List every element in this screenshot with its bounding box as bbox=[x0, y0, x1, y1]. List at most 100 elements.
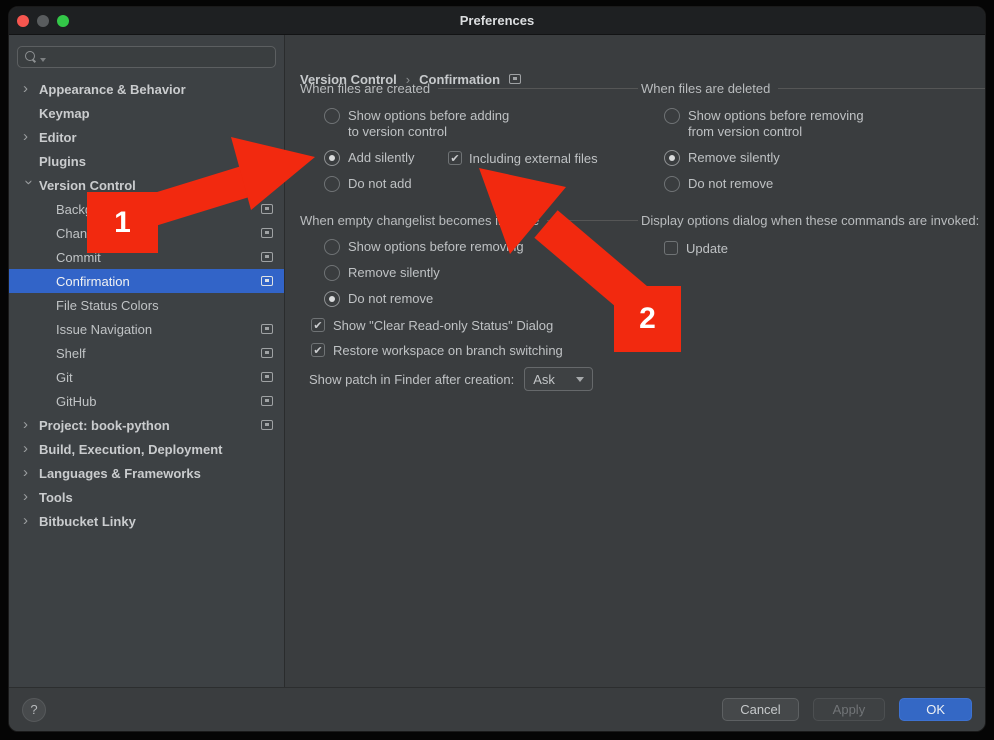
radio-option-show-options-before-removing[interactable]: Show options before removing bbox=[324, 239, 638, 255]
patch-row: Show patch in Finder after creation: Ask bbox=[309, 367, 638, 391]
zoom-window-button[interactable] bbox=[57, 15, 69, 27]
radio-option-remove-silently[interactable]: Remove silently bbox=[664, 150, 985, 166]
sidebar-item-commit[interactable]: Commit bbox=[9, 245, 284, 269]
radio-option-do-not-remove[interactable]: Do not remove bbox=[664, 176, 985, 192]
checkbox-row-restore-workspace-on-branch-switching[interactable]: ✔Restore workspace on branch switching bbox=[311, 342, 638, 358]
radio-option-label: Show options before removing bbox=[348, 239, 524, 255]
checkbox-label: Show "Clear Read-only Status" Dialog bbox=[333, 318, 553, 333]
sidebar-item-file-status-colors[interactable]: File Status Colors bbox=[9, 293, 284, 317]
sidebar-item-label: Plugins bbox=[39, 154, 86, 169]
ok-button[interactable]: OK bbox=[899, 698, 972, 721]
in-project-settings-icon bbox=[261, 228, 273, 238]
patch-label: Show patch in Finder after creation: bbox=[309, 372, 514, 387]
chevron-collapsed-icon[interactable]: › bbox=[23, 441, 35, 456]
sidebar-item-build-execution-deployment[interactable]: › Build, Execution, Deployment bbox=[9, 437, 284, 461]
chevron-collapsed-icon[interactable]: › bbox=[23, 129, 35, 144]
checkbox-row-show-clear-read-only-status-dialog[interactable]: ✔ Show "Clear Read-only Status" Dialog bbox=[311, 317, 638, 333]
apply-button[interactable]: Apply bbox=[813, 698, 886, 721]
in-project-settings-icon bbox=[261, 372, 273, 382]
sidebar-item-label: Build, Execution, Deployment bbox=[39, 442, 222, 457]
sidebar-item-shelf[interactable]: Shelf bbox=[9, 341, 284, 365]
selected-radio-icon[interactable] bbox=[664, 150, 680, 166]
sidebar-item-changelists[interactable]: Changelists bbox=[9, 221, 284, 245]
selected-radio-icon[interactable] bbox=[324, 291, 340, 307]
sidebar-item-plugins[interactable]: Plugins bbox=[9, 149, 284, 173]
chevron-collapsed-icon[interactable]: › bbox=[23, 489, 35, 504]
help-button[interactable]: ? bbox=[22, 698, 46, 722]
search-options-caret-icon[interactable] bbox=[40, 58, 46, 62]
sidebar-item-project-book-python[interactable]: › Project: book-python bbox=[9, 413, 284, 437]
settings-search-input[interactable] bbox=[17, 46, 276, 68]
sidebar-item-git[interactable]: Git bbox=[9, 365, 284, 389]
checked-checkbox-restore-workspace-on-branch-switching[interactable]: ✔ bbox=[311, 343, 325, 357]
selected-radio-icon[interactable] bbox=[324, 150, 340, 166]
radio-option-do-not-remove[interactable]: Do not remove bbox=[324, 291, 638, 307]
sidebar-item-label: Tools bbox=[39, 490, 73, 505]
sidebar-item-issue-navigation[interactable]: Issue Navigation bbox=[9, 317, 284, 341]
created-radio-group: Show options before adding to version co… bbox=[300, 108, 638, 192]
traffic-lights bbox=[17, 7, 69, 34]
radio-option-add-silently[interactable]: Add silently✔Including external files bbox=[324, 150, 638, 166]
patch-dropdown-value: Ask bbox=[533, 372, 555, 387]
sidebar-item-label: Git bbox=[56, 370, 73, 385]
radio-option-remove-silently[interactable]: Remove silently bbox=[324, 265, 638, 281]
sidebar-item-label: Project: book-python bbox=[39, 418, 170, 433]
radio-option-show-options-before-removing[interactable]: Show options before removing from versio… bbox=[664, 108, 985, 140]
in-project-settings-icon bbox=[261, 324, 273, 334]
checkbox-row-update[interactable]: ✔ Update bbox=[664, 240, 985, 256]
sidebar-item-label: Bitbucket Linky bbox=[39, 514, 136, 529]
sidebar-item-label: Issue Navigation bbox=[56, 322, 152, 337]
sidebar-tree: › Appearance & Behavior Keymap›Editor Plugi… bbox=[9, 77, 284, 533]
chevron-expanded-icon[interactable]: › bbox=[22, 180, 37, 192]
unchecked-checkbox-update[interactable]: ✔ bbox=[664, 241, 678, 255]
checked-checkbox-including-external-files[interactable]: ✔ bbox=[448, 151, 462, 165]
cancel-button[interactable]: Cancel bbox=[722, 698, 798, 721]
minimize-window-button[interactable] bbox=[37, 15, 49, 27]
unselected-radio-icon[interactable] bbox=[664, 176, 680, 192]
sidebar-item-background[interactable]: Background bbox=[9, 197, 284, 221]
sidebar-item-tools[interactable]: › Tools bbox=[9, 485, 284, 509]
radio-option-label: Remove silently bbox=[688, 150, 780, 166]
display-options-checkboxes: ✔ Update bbox=[641, 240, 985, 256]
unselected-radio-icon[interactable] bbox=[324, 239, 340, 255]
search-icon bbox=[25, 51, 37, 63]
radio-option-do-not-add[interactable]: Do not add bbox=[324, 176, 638, 192]
sidebar-item-label: Shelf bbox=[56, 346, 86, 361]
in-project-settings-icon bbox=[261, 276, 273, 286]
sidebar-item-appearance-behavior[interactable]: › Appearance & Behavior bbox=[9, 77, 284, 101]
unselected-radio-icon[interactable] bbox=[664, 108, 680, 124]
screenshot-stage: Preferences › Appearance & Behavior Keymap… bbox=[0, 0, 994, 740]
close-window-button[interactable] bbox=[17, 15, 29, 27]
chevron-collapsed-icon[interactable]: › bbox=[23, 465, 35, 480]
chevron-collapsed-icon[interactable]: › bbox=[23, 417, 35, 432]
patch-dropdown[interactable]: Ask bbox=[524, 367, 593, 391]
in-project-settings-icon bbox=[261, 420, 273, 430]
sidebar-item-languages-frameworks[interactable]: ›Languages & Frameworks bbox=[9, 461, 284, 485]
section-divider-line bbox=[778, 88, 985, 89]
radio-option-label: Show options before adding to version co… bbox=[348, 108, 509, 140]
settings-content: Version Control › Confirmation When file… bbox=[285, 35, 985, 687]
sidebar-item-github[interactable]: GitHub bbox=[9, 389, 284, 413]
sidebar-item-label: Confirmation bbox=[56, 274, 130, 289]
radio-option-show-options-before-adding[interactable]: Show options before adding to version co… bbox=[324, 108, 638, 140]
checkbox-label: Update bbox=[686, 241, 728, 256]
titlebar: Preferences bbox=[9, 7, 985, 35]
chevron-down-icon bbox=[576, 377, 584, 382]
sidebar-item-keymap[interactable]: Keymap bbox=[9, 101, 284, 125]
inline-checkbox-including-external-files[interactable]: ✔Including external files bbox=[448, 150, 598, 166]
sidebar-item-editor[interactable]: ›Editor bbox=[9, 125, 284, 149]
section-title: When empty changelist becomes inactive bbox=[300, 213, 539, 228]
chevron-collapsed-icon[interactable]: › bbox=[23, 81, 35, 96]
section-title: When files are created bbox=[300, 81, 430, 96]
sidebar-item-bitbucket-linky[interactable]: › Bitbucket Linky bbox=[9, 509, 284, 533]
unselected-radio-icon[interactable] bbox=[324, 108, 340, 124]
sidebar-item-version-control[interactable]: ›Version Control bbox=[9, 173, 284, 197]
unselected-radio-icon[interactable] bbox=[324, 265, 340, 281]
unselected-radio-icon[interactable] bbox=[324, 176, 340, 192]
section-divider-line bbox=[547, 220, 638, 221]
checked-checkbox-show-clear-read-only-status-dialog[interactable]: ✔ bbox=[311, 318, 325, 332]
sidebar-item-label: Appearance & Behavior bbox=[39, 82, 186, 97]
in-project-settings-icon bbox=[261, 396, 273, 406]
sidebar-item-confirmation[interactable]: Confirmation bbox=[9, 269, 284, 293]
chevron-collapsed-icon[interactable]: › bbox=[23, 513, 35, 528]
